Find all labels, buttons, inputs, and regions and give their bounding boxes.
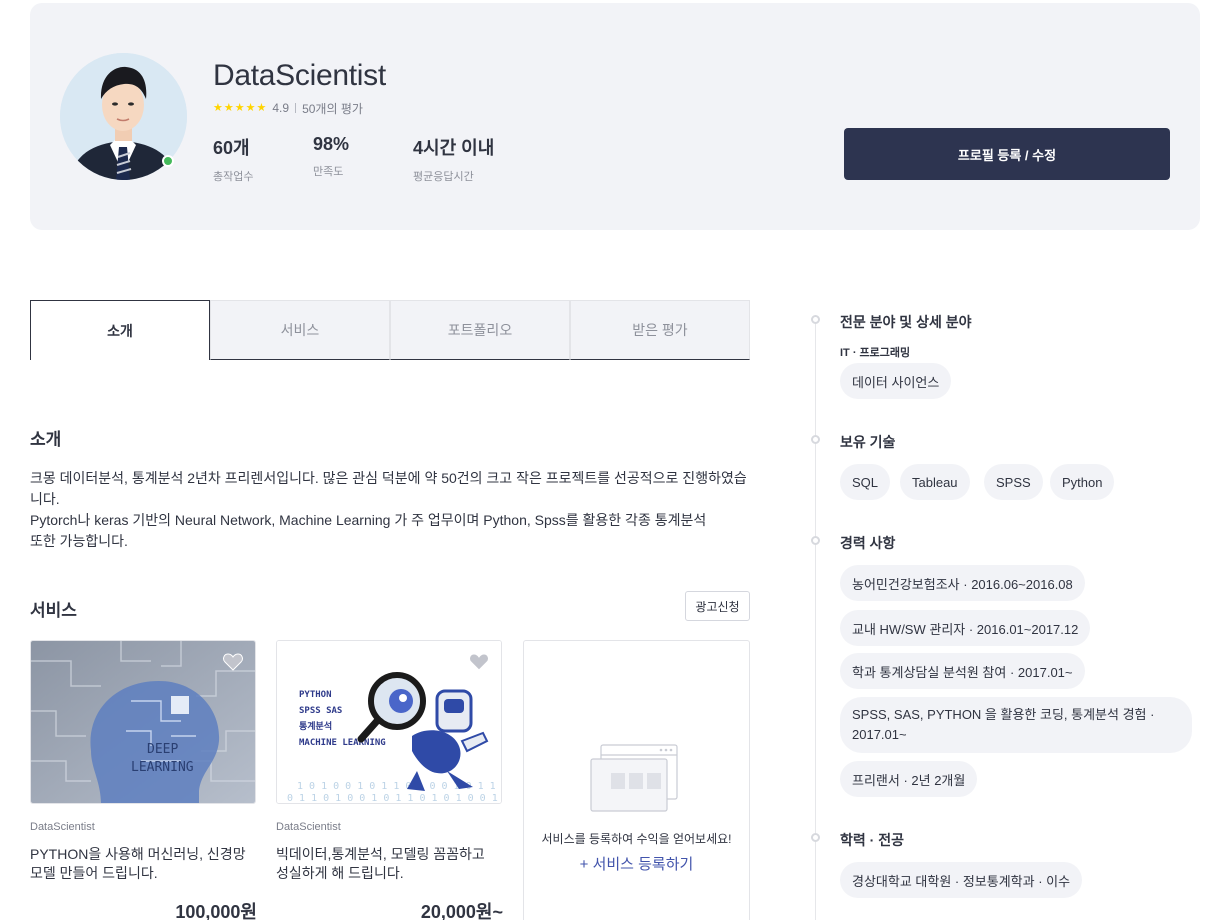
career-item: SPSS, SAS, PYTHON 을 활용한 코딩, 통계분석 경험 · 20…	[840, 697, 1192, 753]
rating-row: ★ ★ ★ ★ ★ 4.9 50개의 평가	[213, 100, 363, 116]
service-price: 100,000원	[175, 902, 257, 920]
tab-intro[interactable]: 소개	[30, 300, 210, 360]
service-title[interactable]: 빅데이터,통계분석, 모델링 꼼꼼하고 성실하게 해 드립니다.	[276, 845, 498, 883]
service-seller: DataScientist	[276, 821, 341, 833]
stat-label: 평균응답시간	[413, 171, 474, 183]
service-thumbnail[interactable]: DEEP LEARNING	[30, 640, 256, 804]
empty-service-card[interactable]: 서비스를 등록하여 수익을 얻어보세요! + 서비스 등록하기	[523, 640, 750, 920]
intro-line: Pytorch나 keras 기반의 Neural Network, Machi…	[30, 512, 707, 528]
thumb-text: MACHINE LEARNING	[299, 738, 386, 748]
rating-stars: ★ ★ ★ ★ ★	[213, 101, 267, 114]
career-item: 학과 통계상담실 분석원 참여 · 2017.01~	[840, 653, 1085, 689]
star-icon: ★	[223, 101, 234, 114]
thumb-text: 통계분석	[299, 720, 332, 732]
tab-reviews[interactable]: 받은 평가	[570, 300, 750, 360]
career-item: 교내 HW/SW 관리자 · 2016.01~2017.12	[840, 610, 1091, 646]
stat-label: 만족도	[313, 166, 344, 178]
education-title: 학력 · 전공	[840, 832, 904, 848]
timeline-dot	[811, 536, 820, 545]
heart-icon[interactable]	[469, 653, 489, 671]
browser-window-icon	[590, 744, 678, 812]
star-icon: ★	[234, 101, 245, 114]
stat-label: 총작업수	[213, 171, 254, 183]
intro-title: 소개	[30, 430, 62, 449]
skill-tag: Python	[1050, 464, 1115, 500]
education-item: 경상대학교 대학원 · 정보통계학과 · 이수	[840, 862, 1083, 898]
skill-tag: SPSS	[984, 464, 1043, 500]
profile-header-card: DataScientist ★ ★ ★ ★ ★ 4.9 50개의 평가 60개 …	[30, 3, 1200, 230]
tab-portfolio[interactable]: 포트폴리오	[390, 300, 570, 360]
stat-work-count: 60개 총작업수	[213, 134, 253, 184]
career-item: 농어민건강보험조사 · 2016.06~2016.08	[840, 565, 1085, 601]
service-thumbnail[interactable]: 1 0 1 0 0 1 0 1 1 0 1 0 0 1 0 1 1 0 0 1 …	[276, 640, 502, 804]
expertise-category: IT · 프로그래밍	[840, 347, 911, 359]
review-count: 50개의 평가	[302, 101, 363, 116]
service-card[interactable]: 1 0 1 0 0 1 0 1 1 0 1 0 0 1 0 1 1 0 0 1 …	[276, 640, 503, 920]
services-title: 서비스	[30, 601, 77, 620]
expertise-title: 전문 분야 및 상세 분야	[840, 314, 972, 330]
service-price: 20,000원~	[420, 902, 503, 920]
register-service-link[interactable]: + 서비스 등록하기	[524, 853, 749, 874]
timeline-dot	[811, 435, 820, 444]
thumb-text: SPSS SAS	[299, 706, 342, 716]
skill-tag: SQL	[840, 464, 891, 500]
stat-response-time: 4시간 이내 평균응답시간	[413, 134, 494, 184]
skill-tag: Tableau	[900, 464, 970, 500]
tab-services[interactable]: 서비스	[210, 300, 390, 360]
online-status-dot	[162, 155, 174, 167]
thumb-text: DEEP	[147, 742, 178, 757]
skills-title: 보유 기술	[840, 434, 896, 450]
timeline-dot	[811, 833, 820, 842]
thumb-text: PYTHON	[299, 690, 332, 700]
expertise-tag: 데이터 사이언스	[840, 363, 952, 399]
service-title[interactable]: PYTHON을 사용해 머신러닝, 신경망 모델 만들어 드립니다.	[30, 845, 252, 883]
intro-line: 크몽 데이터분석, 통계분석 2년차 프리렌서입니다. 많은 관심 덕분에 약 …	[30, 470, 747, 507]
rating-value: 4.9	[272, 101, 290, 115]
profile-name: DataScientist	[213, 59, 386, 92]
career-title: 경력 사항	[840, 535, 896, 551]
intro-line: 또한 가능합니다.	[30, 533, 128, 549]
profile-edit-button[interactable]: 프로필 등록 / 수정	[844, 128, 1170, 180]
heart-icon[interactable]	[223, 653, 243, 671]
empty-service-message: 서비스를 등록하여 수익을 얻어보세요!	[541, 832, 732, 846]
stat-value: 60개	[213, 138, 250, 158]
thumb-text: LEARNING	[131, 760, 194, 775]
stat-satisfaction: 98% 만족도	[313, 134, 349, 179]
sidebar-timeline-line	[815, 320, 816, 920]
profile-tabs: 소개 서비스 포트폴리오 받은 평가	[30, 300, 750, 360]
star-icon: ★	[245, 101, 256, 114]
star-icon: ★	[213, 101, 223, 114]
star-icon: ★	[256, 101, 267, 114]
stat-value: 4시간 이내	[413, 138, 495, 158]
timeline-dot	[811, 315, 820, 324]
rating-divider	[295, 103, 297, 113]
stat-value: 98%	[313, 134, 350, 154]
service-seller: DataScientist	[30, 821, 95, 833]
career-item: 프리랜서 · 2년 2개월	[840, 761, 978, 797]
binary-digits: 0 1 1 0 1 0 0 1 0 1 1 0 1 0 1 0 0 1 1 0	[287, 793, 502, 804]
service-card[interactable]: DEEP LEARNING DataScientist PYTHON을 사용해 …	[30, 640, 257, 920]
intro-text: 크몽 데이터분석, 통계분석 2년차 프리렌서입니다. 많은 관심 덕분에 약 …	[30, 468, 755, 552]
ad-request-button[interactable]: 광고신청	[685, 591, 750, 621]
